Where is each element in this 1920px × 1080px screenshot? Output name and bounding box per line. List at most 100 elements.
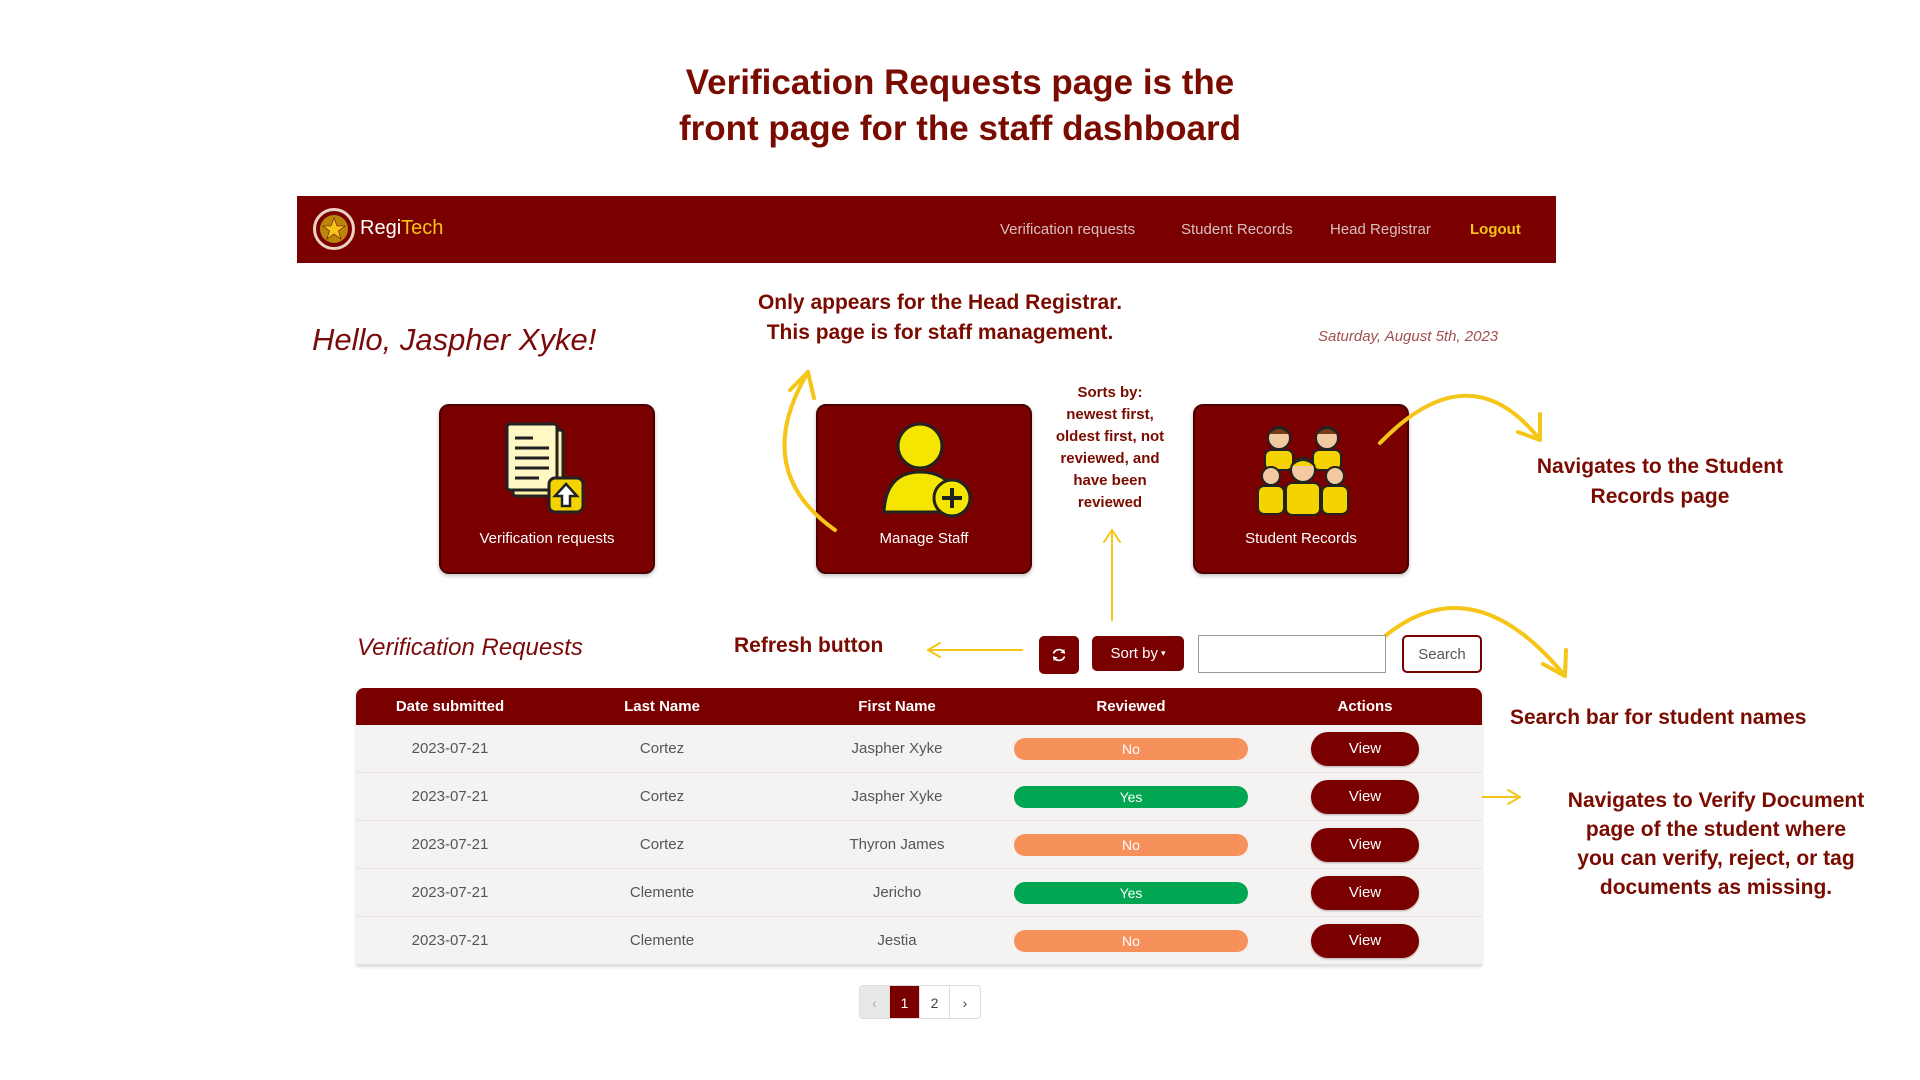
cell-last-name: Clemente	[629, 932, 695, 949]
cell-actions: View	[1248, 917, 1482, 964]
card-label: Verification requests	[479, 530, 615, 547]
annotation-line: have been	[1073, 472, 1147, 489]
verification-requests-table: Date submitted Last Name First Name Revi…	[356, 688, 1482, 965]
nav-head-registrar[interactable]: Head Registrar	[1330, 221, 1431, 238]
cell-first-name: Jestia	[877, 932, 917, 949]
cell-date: 2023-07-21	[411, 884, 489, 901]
section-title: Verification Requests	[357, 634, 583, 661]
reviewed-badge: No	[1014, 929, 1248, 952]
column-header-first-name: First Name	[858, 698, 936, 715]
sort-by-label: Sort by	[1110, 645, 1158, 662]
view-button[interactable]: View	[1311, 779, 1419, 814]
view-button[interactable]: View	[1311, 731, 1419, 766]
cell-reviewed: Yes	[1014, 869, 1248, 916]
annotation-line: reviewed, and	[1060, 450, 1160, 467]
cell-last-name: Clemente	[629, 884, 695, 901]
table-row: 2023-07-21 Cortez Jaspher Xyke Yes View	[356, 773, 1482, 821]
annotation-line: newest first,	[1066, 406, 1154, 423]
annotation-line: Navigates to Verify Document	[1567, 789, 1865, 812]
annotation-line: documents as missing.	[1599, 876, 1833, 899]
cell-actions: View	[1248, 869, 1482, 916]
cell-date: 2023-07-21	[411, 740, 489, 757]
annotation-head-registrar: Only appears for the Head Registrar. Thi…	[720, 288, 1160, 348]
pagination: ‹ 1 2 ›	[859, 985, 981, 1019]
cell-last-name: Cortez	[639, 836, 685, 853]
nav-student-records[interactable]: Student Records	[1181, 221, 1293, 238]
arrow-sort-head	[1103, 529, 1121, 543]
headline-line-2: front page for the staff dashboard	[679, 109, 1241, 148]
column-header-date: Date submitted	[395, 698, 505, 715]
search-input[interactable]	[1198, 635, 1386, 673]
cell-reviewed: No	[1014, 917, 1248, 964]
card-verification-requests[interactable]: Verification requests	[439, 404, 655, 574]
cell-last-name: Cortez	[639, 788, 685, 805]
annotation-line: reviewed	[1077, 494, 1143, 511]
annotation-line: Records page	[1590, 485, 1730, 508]
arrow-view-head	[1507, 789, 1521, 805]
brand-prefix: Regi	[360, 217, 402, 239]
nav-logout[interactable]: Logout	[1470, 221, 1521, 238]
annotation-search: Search bar for student names	[1510, 706, 1807, 729]
cell-date: 2023-07-21	[411, 836, 489, 853]
arrow-refresh-head	[927, 642, 941, 658]
cell-reviewed: No	[1014, 821, 1248, 868]
cell-last-name: Cortez	[639, 740, 685, 757]
brand-logo[interactable]	[313, 208, 355, 250]
annotation-refresh: Refresh button	[734, 634, 884, 657]
card-student-records[interactable]: Student Records	[1193, 404, 1409, 574]
card-manage-staff[interactable]: Manage Staff	[816, 404, 1032, 574]
cell-actions: View	[1248, 725, 1482, 772]
annotation-sort-options: Sorts by: newest first, oldest first, no…	[1030, 382, 1190, 514]
caret-down-icon: ▾	[1161, 648, 1166, 658]
annotation-verify-document: Navigates to Verify Document page of the…	[1536, 786, 1896, 902]
search-button[interactable]: Search	[1402, 635, 1482, 673]
reviewed-badge: No	[1014, 737, 1248, 760]
view-button[interactable]: View	[1311, 923, 1419, 958]
annotation-student-records: Navigates to the Student Records page	[1500, 452, 1820, 512]
annotation-line: Sorts by:	[1077, 384, 1143, 401]
pagination-next[interactable]: ›	[950, 986, 980, 1018]
table-row: 2023-07-21 Cortez Thyron James No View	[356, 821, 1482, 869]
view-button[interactable]: View	[1311, 827, 1419, 862]
cell-actions: View	[1248, 821, 1482, 868]
column-header-actions: Actions	[1337, 698, 1393, 715]
annotation-line: Only appears for the Head Registrar.	[757, 291, 1123, 314]
card-label: Student Records	[1245, 530, 1357, 547]
arrow-search-head	[1541, 648, 1568, 678]
annotation-line: page of the student where	[1585, 818, 1847, 841]
reviewed-badge: No	[1014, 833, 1248, 856]
table-header: Date submitted Last Name First Name Revi…	[356, 688, 1482, 725]
slide-headline: Verification Requests page is the front …	[560, 60, 1360, 152]
table-row: 2023-07-21 Cortez Jaspher Xyke No View	[356, 725, 1482, 773]
card-label: Manage Staff	[879, 530, 969, 547]
brand-suffix: Tech	[401, 217, 444, 239]
column-header-reviewed: Reviewed	[1096, 698, 1166, 715]
cell-reviewed: No	[1014, 725, 1248, 772]
pagination-prev[interactable]: ‹	[860, 986, 890, 1018]
annotation-line: you can verify, reject, or tag	[1577, 847, 1855, 870]
nav-verification-requests[interactable]: Verification requests	[1000, 221, 1135, 238]
star-icon	[320, 215, 348, 243]
view-button[interactable]: View	[1311, 875, 1419, 910]
arrow-student-records-head	[1516, 412, 1542, 442]
cell-first-name: Jaspher Xyke	[851, 740, 943, 757]
refresh-button[interactable]	[1039, 636, 1079, 674]
cell-first-name: Thyron James	[849, 836, 945, 853]
current-date: Saturday, August 5th, 2023	[1318, 328, 1499, 345]
pagination-page-2[interactable]: 2	[920, 986, 950, 1018]
arrow-manage-staff-head	[788, 370, 816, 400]
cell-first-name: Jericho	[872, 884, 922, 901]
reviewed-badge: Yes	[1014, 785, 1248, 808]
annotation-line: This page is for staff management.	[766, 321, 1114, 344]
pagination-page-1[interactable]: 1	[890, 986, 920, 1018]
cell-date: 2023-07-21	[411, 932, 489, 949]
annotation-line: Navigates to the Student	[1536, 455, 1784, 478]
cell-actions: View	[1248, 773, 1482, 820]
sort-by-button[interactable]: Sort by ▾	[1092, 636, 1184, 671]
cell-reviewed: Yes	[1014, 773, 1248, 820]
headline-line-1: Verification Requests page is the	[685, 63, 1235, 102]
brand-name[interactable]: RegiTech	[360, 217, 443, 240]
reviewed-badge: Yes	[1014, 881, 1248, 904]
column-header-last-name: Last Name	[624, 698, 700, 715]
annotation-line: oldest first, not	[1055, 428, 1165, 445]
